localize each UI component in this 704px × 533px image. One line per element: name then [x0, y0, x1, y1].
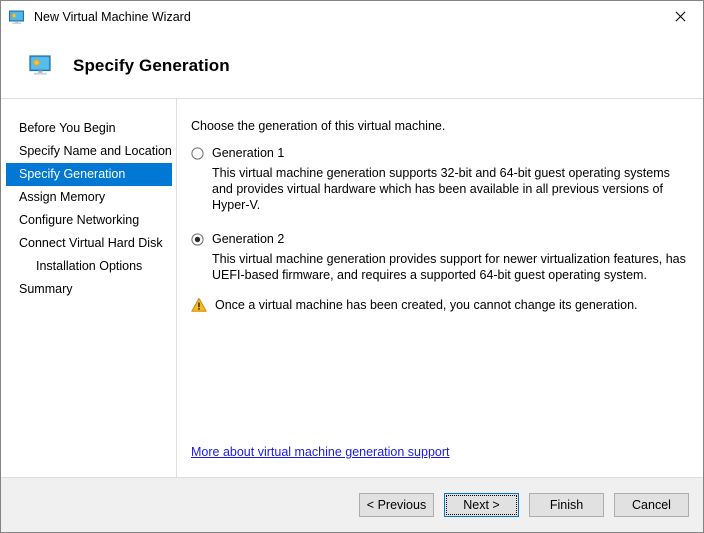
cancel-button[interactable]: Cancel — [614, 493, 689, 517]
description-generation-2: This virtual machine generation provides… — [212, 252, 686, 282]
virtual-machine-icon — [8, 9, 25, 26]
page-header: Specify Generation — [1, 33, 703, 98]
wizard-footer: < Previous Next > Finish Cancel — [1, 477, 703, 532]
radio-label-generation-2: Generation 2 — [212, 232, 285, 246]
sidebar-item-installation-options[interactable]: Installation Options — [6, 255, 172, 278]
page-title: Specify Generation — [73, 55, 230, 75]
radio-option-generation-1[interactable]: Generation 1 — [191, 145, 689, 161]
previous-button[interactable]: < Previous — [359, 493, 434, 517]
window-title: New Virtual Machine Wizard — [34, 10, 191, 24]
next-button-label: Next > — [463, 498, 500, 512]
close-icon[interactable] — [657, 1, 703, 32]
wizard-step-list: Before You Begin Specify Name and Locati… — [1, 99, 177, 477]
sidebar-item-specify-generation[interactable]: Specify Generation — [6, 163, 172, 186]
title-bar: New Virtual Machine Wizard — [1, 1, 703, 33]
generation-warning: Once a virtual machine has been created,… — [191, 297, 689, 313]
warning-text: Once a virtual machine has been created,… — [215, 298, 638, 312]
wizard-content: Choose the generation of this virtual ma… — [177, 99, 703, 477]
virtual-machine-icon — [28, 53, 53, 78]
radio-label-generation-1: Generation 1 — [212, 146, 285, 160]
finish-button[interactable]: Finish — [529, 493, 604, 517]
warning-triangle-icon — [191, 297, 207, 313]
radio-selected-icon[interactable] — [191, 233, 204, 246]
radio-option-generation-2[interactable]: Generation 2 — [191, 231, 689, 247]
description-generation-1: This virtual machine generation supports… — [212, 166, 670, 212]
sidebar-item-configure-networking[interactable]: Configure Networking — [6, 209, 172, 232]
radio-unselected-icon[interactable] — [191, 147, 204, 160]
next-button[interactable]: Next > — [444, 493, 519, 517]
more-about-generation-support-link[interactable]: More about virtual machine generation su… — [191, 445, 449, 459]
instruction-text: Choose the generation of this virtual ma… — [191, 119, 446, 133]
sidebar-item-assign-memory[interactable]: Assign Memory — [6, 186, 172, 209]
sidebar-item-connect-virtual-hard-disk[interactable]: Connect Virtual Hard Disk — [6, 232, 172, 255]
sidebar-item-summary[interactable]: Summary — [6, 278, 172, 301]
sidebar-item-specify-name-and-location[interactable]: Specify Name and Location — [6, 140, 172, 163]
new-virtual-machine-wizard-window: New Virtual Machine Wizard Specify Gener… — [0, 0, 704, 533]
wizard-body: Before You Begin Specify Name and Locati… — [1, 99, 703, 477]
sidebar-item-before-you-begin[interactable]: Before You Begin — [6, 117, 172, 140]
